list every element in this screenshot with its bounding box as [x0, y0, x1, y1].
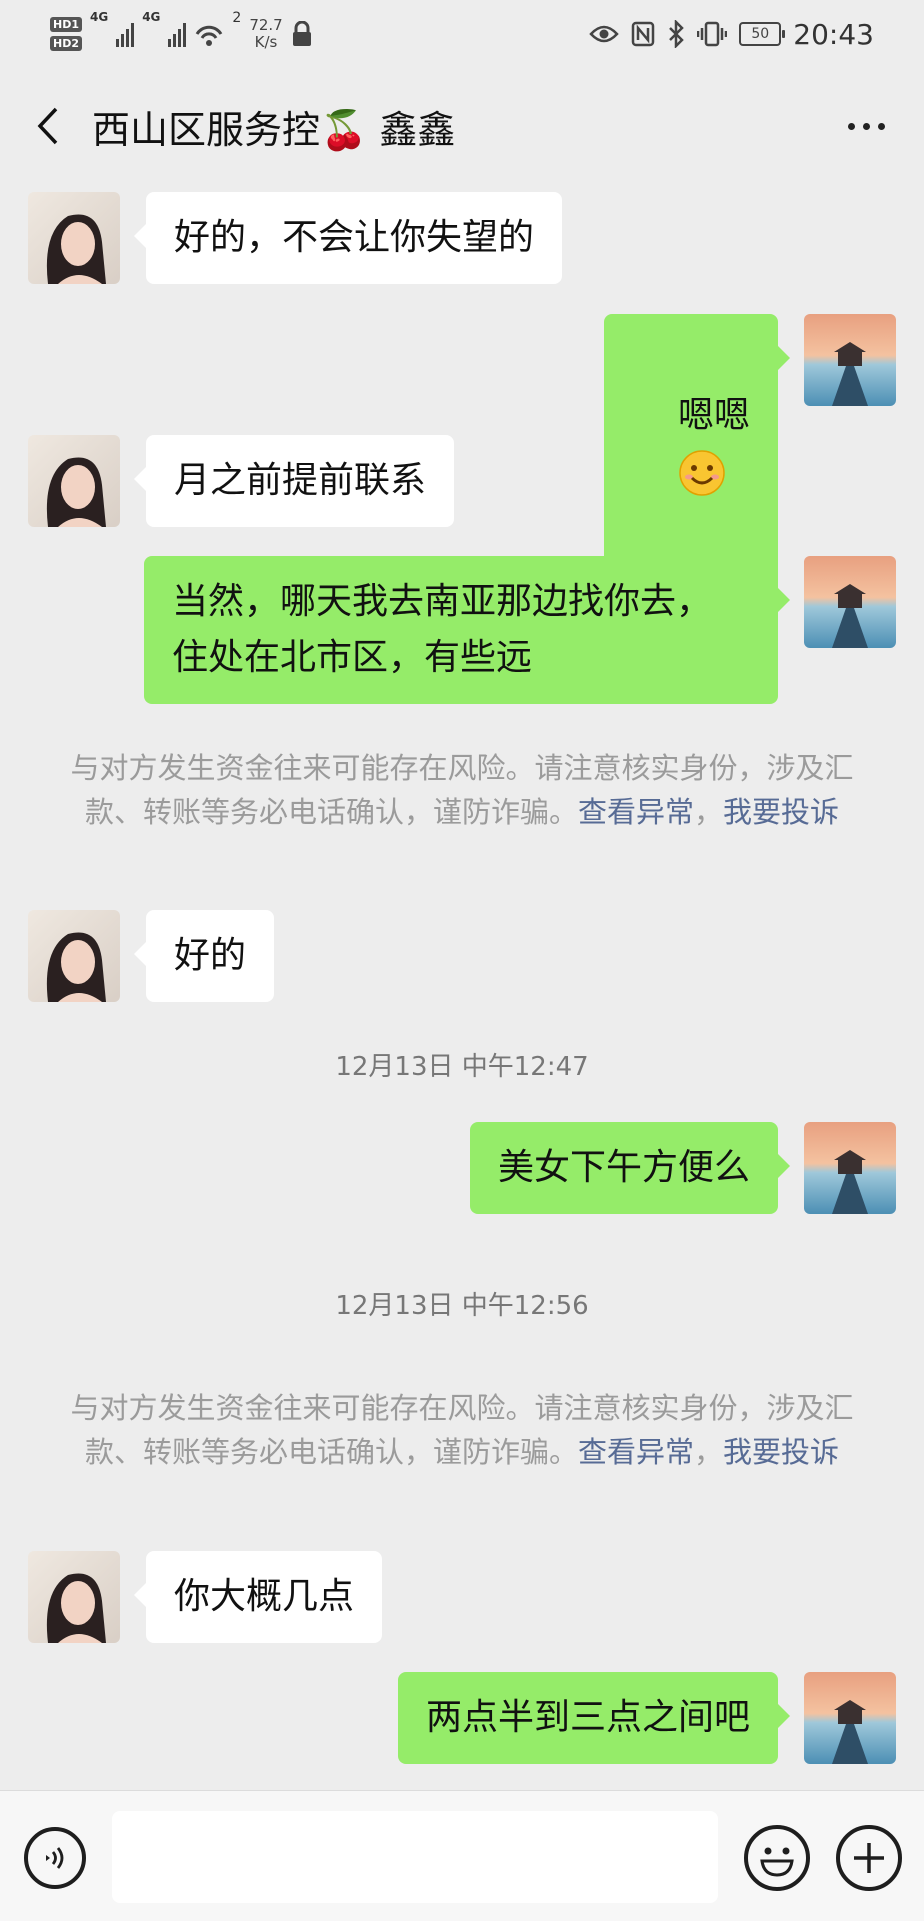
chevron-left-icon	[37, 107, 58, 145]
my-avatar[interactable]	[804, 556, 896, 648]
vibrate-icon	[697, 21, 728, 47]
wifi-icon	[196, 25, 223, 46]
more-options-button[interactable]	[838, 108, 894, 144]
plus-icon	[854, 1843, 884, 1873]
voice-wave-icon	[46, 1847, 64, 1869]
chat-title: 西山区服务控🍒 鑫鑫	[92, 107, 456, 152]
chat-input-bar	[0, 1790, 924, 1921]
back-button[interactable]	[28, 100, 68, 152]
message-bubble-sent[interactable]: 当然，哪天我去南亚那边找你去， 住处在北市区，有些远	[144, 556, 790, 704]
message-bubble-sent[interactable]: 美女下午方便么	[469, 1122, 791, 1214]
voice-input-button[interactable]	[24, 1827, 86, 1889]
fraud-warning-notice: 与对方发生资金往来可能存在风险。请注意核实身份，涉及汇款、转账等务必电话确认，谨…	[70, 1386, 854, 1474]
status-right: 50 20:43	[589, 14, 874, 54]
smiley-icon	[760, 1847, 794, 1877]
more-dot	[847, 122, 855, 130]
status-time: 20:43	[793, 17, 874, 51]
message-bubble-received[interactable]: 好的	[133, 910, 275, 1002]
message-bubble-received[interactable]: 月之前提前联系	[133, 435, 455, 527]
contact-avatar[interactable]	[28, 192, 120, 284]
message-bubble-sent[interactable]: 两点半到三点之间吧	[397, 1672, 791, 1764]
view-exception-link[interactable]: 查看异常	[578, 1435, 694, 1469]
eye-icon	[589, 25, 620, 43]
message-bubble-received[interactable]: 你大概几点	[133, 1551, 383, 1643]
lock-icon	[292, 21, 311, 46]
notice-separator: ，	[694, 795, 724, 829]
smile-emoji-icon	[679, 450, 725, 496]
message-bubble-sent[interactable]: 嗯嗯	[604, 314, 790, 574]
speed-value: 72.7	[249, 16, 283, 34]
signal-icon-2	[168, 21, 187, 47]
fraud-warning-notice: 与对方发生资金往来可能存在风险。请注意核实身份，涉及汇款、转账等务必电话确认，谨…	[70, 746, 854, 834]
emoji-button[interactable]	[744, 1825, 810, 1891]
my-avatar[interactable]	[804, 1122, 896, 1214]
my-avatar[interactable]	[804, 1672, 896, 1764]
contact-avatar[interactable]	[28, 910, 120, 1002]
chat-header: 西山区服务控🍒 鑫鑫	[0, 68, 924, 184]
message-bubble-received[interactable]: 好的，不会让你失望的	[133, 192, 563, 284]
notice-separator: ，	[694, 1435, 724, 1469]
contact-avatar[interactable]	[28, 1551, 120, 1643]
message-text: 嗯嗯	[677, 395, 750, 436]
nfc-icon	[632, 21, 655, 47]
message-input[interactable]	[112, 1811, 718, 1903]
hd2-indicator: HD2	[50, 36, 82, 51]
contact-avatar[interactable]	[28, 435, 120, 527]
my-avatar[interactable]	[804, 314, 896, 406]
signal-icon-1	[116, 21, 135, 47]
report-complaint-link[interactable]: 我要投诉	[723, 1435, 839, 1469]
battery-icon: 50	[739, 22, 786, 46]
more-dot	[877, 122, 885, 130]
more-functions-button[interactable]	[836, 1825, 902, 1891]
timestamp: 12月13日 中午12:47	[335, 1052, 589, 1082]
more-dot	[862, 122, 870, 130]
status-left: HD1 HD2 4G 4G 2 72.7 K/s	[50, 10, 313, 58]
hd1-indicator: HD1	[50, 17, 82, 32]
speed-unit: K/s	[254, 33, 278, 51]
report-complaint-link[interactable]: 我要投诉	[723, 795, 839, 829]
status-bar: HD1 HD2 4G 4G 2 72.7 K/s 50 20:43	[0, 0, 924, 68]
network-type-2: 4G	[142, 10, 161, 24]
network-type-1: 4G	[90, 10, 109, 24]
wifi-count: 2	[232, 10, 242, 26]
view-exception-link[interactable]: 查看异常	[578, 795, 694, 829]
network-speed: 72.7 K/s	[249, 17, 282, 51]
timestamp: 12月13日 中午12:56	[335, 1291, 589, 1321]
bluetooth-icon	[669, 20, 685, 48]
